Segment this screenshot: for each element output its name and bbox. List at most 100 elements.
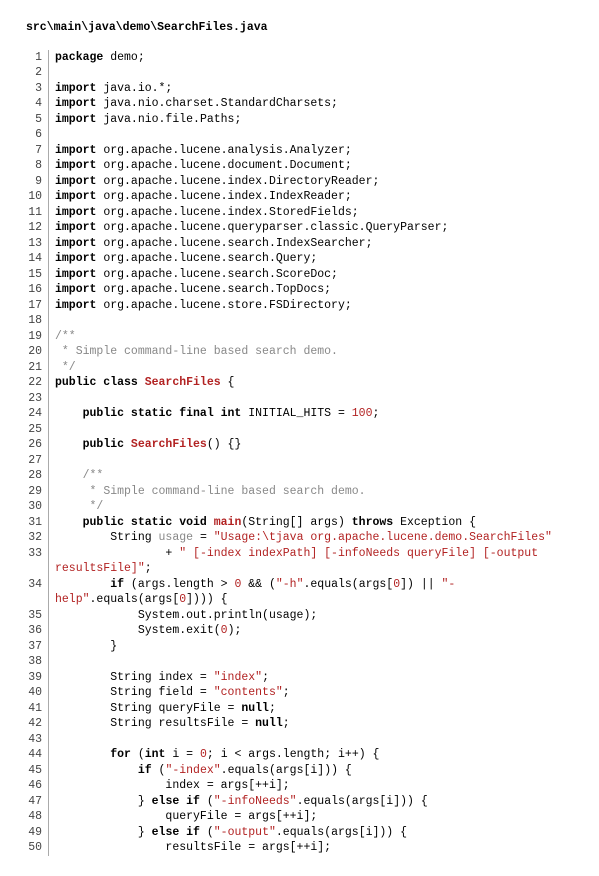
line-number: 19 [26, 329, 42, 345]
code-line: */ [55, 360, 573, 376]
line-number: 27 [26, 453, 42, 469]
line-number: 43 [26, 732, 42, 748]
line-number: 38 [26, 654, 42, 670]
line-number: 13 [26, 236, 42, 252]
line-number: 40 [26, 685, 42, 701]
line-number: 7 [26, 143, 42, 159]
line-number: 36 [26, 623, 42, 639]
code-line: import org.apache.lucene.queryparser.cla… [55, 220, 573, 236]
line-number: 11 [26, 205, 42, 221]
code-line: public SearchFiles() {} [55, 437, 573, 453]
code-line: queryFile = args[++i]; [55, 809, 573, 825]
line-number-gutter: 1234567891011121314151617181920212223242… [26, 50, 48, 856]
code-line: if ("-index".equals(args[i])) { [55, 763, 573, 779]
line-number: 4 [26, 96, 42, 112]
line-number: 44 [26, 747, 42, 763]
line-number: 45 [26, 763, 42, 779]
code-line: import org.apache.lucene.store.FSDirecto… [55, 298, 573, 314]
code-line: import org.apache.lucene.search.IndexSea… [55, 236, 573, 252]
line-number: 17 [26, 298, 42, 314]
code-line: String usage = "Usage:\tjava org.apache.… [55, 530, 573, 546]
code-line: String queryFile = null; [55, 701, 573, 717]
code-line: /** [55, 329, 573, 345]
code-line: System.exit(0); [55, 623, 573, 639]
code-line: index = args[++i]; [55, 778, 573, 794]
line-number: 16 [26, 282, 42, 298]
code-line [55, 453, 573, 469]
code-line: } else if ("-output".equals(args[i])) { [55, 825, 573, 841]
line-number: 15 [26, 267, 42, 283]
line-number: 39 [26, 670, 42, 686]
line-number: 23 [26, 391, 42, 407]
code-line: /** [55, 468, 573, 484]
code-line: String index = "index"; [55, 670, 573, 686]
line-number: 14 [26, 251, 42, 267]
code-line [55, 732, 573, 748]
code-line [55, 391, 573, 407]
line-number: 37 [26, 639, 42, 655]
line-number: 28 [26, 468, 42, 484]
line-number: 41 [26, 701, 42, 717]
line-number: 49 [26, 825, 42, 841]
code-line: } else if ("-infoNeeds".equals(args[i]))… [55, 794, 573, 810]
line-number: 21 [26, 360, 42, 376]
line-number: 46 [26, 778, 42, 794]
line-number: 10 [26, 189, 42, 205]
code-line: import org.apache.lucene.analysis.Analyz… [55, 143, 573, 159]
code-line [55, 313, 573, 329]
code-line [55, 654, 573, 670]
line-number: 31 [26, 515, 42, 531]
line-number: 32 [26, 530, 42, 546]
code-line: * Simple command-line based search demo. [55, 484, 573, 500]
code-line: } [55, 639, 573, 655]
code-line: * Simple command-line based search demo. [55, 344, 573, 360]
code-line: public class SearchFiles { [55, 375, 573, 391]
line-number: 29 [26, 484, 42, 500]
code-content: package demo; import java.io.*;import ja… [48, 50, 573, 856]
code-line: for (int i = 0; i < args.length; i++) { [55, 747, 573, 763]
line-number: 8 [26, 158, 42, 174]
line-number: 24 [26, 406, 42, 422]
line-number: 18 [26, 313, 42, 329]
line-number: 2 [26, 65, 42, 81]
code-line: import org.apache.lucene.index.Directory… [55, 174, 573, 190]
code-line: import java.nio.file.Paths; [55, 112, 573, 128]
code-line: if (args.length > 0 && ("-h".equals(args… [55, 577, 573, 608]
line-number: 48 [26, 809, 42, 825]
code-line: import java.nio.charset.StandardCharsets… [55, 96, 573, 112]
line-number: 33 [26, 546, 42, 577]
code-line: */ [55, 499, 573, 515]
code-line: import java.io.*; [55, 81, 573, 97]
code-line: import org.apache.lucene.search.TopDocs; [55, 282, 573, 298]
code-line [55, 127, 573, 143]
line-number: 12 [26, 220, 42, 236]
code-line: String field = "contents"; [55, 685, 573, 701]
line-number: 6 [26, 127, 42, 143]
line-number: 22 [26, 375, 42, 391]
code-line: String resultsFile = null; [55, 716, 573, 732]
line-number: 1 [26, 50, 42, 66]
line-number: 47 [26, 794, 42, 810]
code-line: import org.apache.lucene.index.IndexRead… [55, 189, 573, 205]
code-line: import org.apache.lucene.document.Docume… [55, 158, 573, 174]
code-line: System.out.println(usage); [55, 608, 573, 624]
code-line: + " [-index indexPath] [-infoNeeds query… [55, 546, 573, 577]
code-line: package demo; [55, 50, 573, 66]
code-block: 1234567891011121314151617181920212223242… [26, 50, 573, 856]
line-number: 9 [26, 174, 42, 190]
line-number: 3 [26, 81, 42, 97]
code-line: import org.apache.lucene.search.Query; [55, 251, 573, 267]
code-line: public static void main(String[] args) t… [55, 515, 573, 531]
code-line: import org.apache.lucene.search.ScoreDoc… [55, 267, 573, 283]
code-line [55, 65, 573, 81]
line-number: 25 [26, 422, 42, 438]
line-number: 35 [26, 608, 42, 624]
code-line: public static final int INITIAL_HITS = 1… [55, 406, 573, 422]
line-number: 5 [26, 112, 42, 128]
file-path: src\main\java\demo\SearchFiles.java [26, 20, 573, 36]
line-number: 42 [26, 716, 42, 732]
line-number: 20 [26, 344, 42, 360]
line-number: 26 [26, 437, 42, 453]
line-number: 34 [26, 577, 42, 608]
line-number: 30 [26, 499, 42, 515]
